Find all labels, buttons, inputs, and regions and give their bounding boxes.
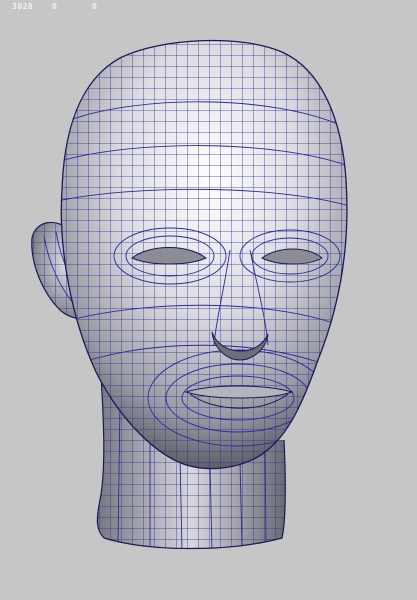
head-mesh: [60, 39, 348, 470]
head-mesh-render[interactable]: [0, 0, 417, 600]
3d-viewport[interactable]: 3028 0 0: [0, 0, 417, 600]
